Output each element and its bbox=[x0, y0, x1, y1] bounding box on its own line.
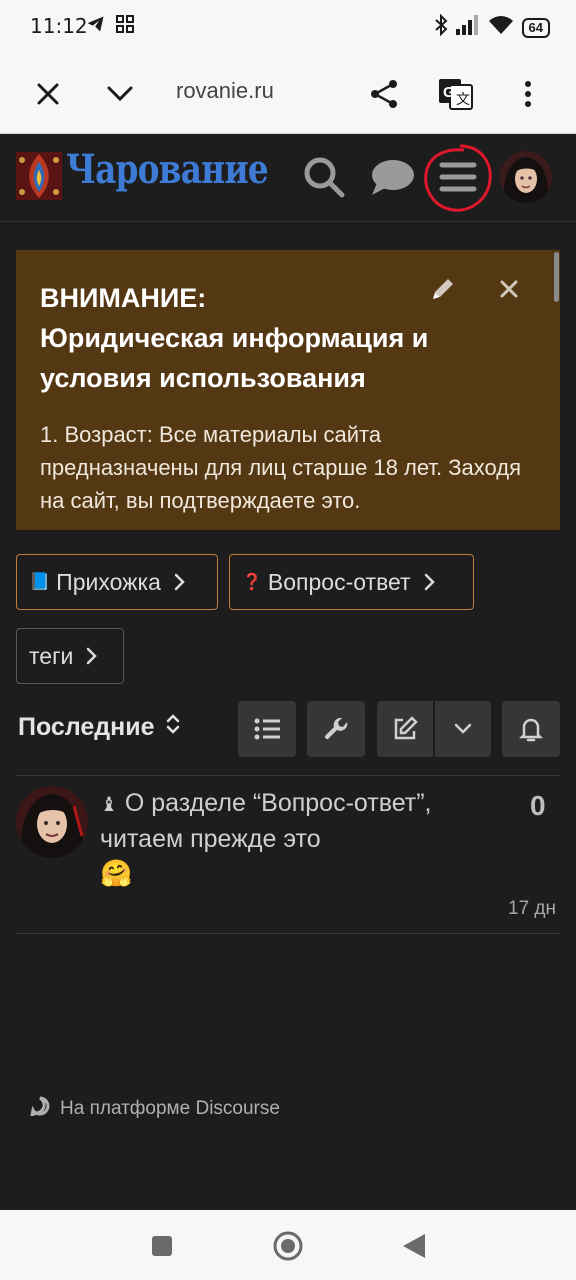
chevron-down-icon[interactable] bbox=[435, 701, 491, 757]
grid-icon bbox=[116, 15, 134, 38]
hugging-emoji-icon: 🤗 bbox=[100, 858, 133, 888]
recents-icon[interactable] bbox=[146, 1230, 178, 1262]
notice-banner: ВНИМАНИЕ: Юридическая информация и услов… bbox=[16, 250, 560, 530]
pencil-icon[interactable] bbox=[426, 272, 460, 306]
logo-emblem-icon[interactable] bbox=[16, 148, 62, 204]
banner-scrollbar[interactable] bbox=[554, 252, 559, 302]
category-label: Прихожка bbox=[56, 568, 161, 595]
author-avatar[interactable] bbox=[16, 786, 88, 858]
question-icon: ❓ bbox=[242, 574, 262, 591]
chevron-right-icon bbox=[423, 573, 435, 591]
user-avatar[interactable] bbox=[500, 151, 552, 203]
highlight-circle bbox=[424, 144, 492, 212]
close-icon[interactable] bbox=[492, 272, 526, 306]
wifi-icon bbox=[488, 15, 514, 40]
category-label: Вопрос-ответ bbox=[267, 568, 411, 595]
tags-pill[interactable]: теги bbox=[16, 628, 124, 684]
sort-label: Последние bbox=[18, 713, 155, 741]
chevron-down-icon[interactable] bbox=[98, 72, 142, 116]
chevron-right-icon bbox=[85, 647, 98, 665]
chat-icon[interactable] bbox=[366, 151, 418, 203]
svg-text:G: G bbox=[443, 84, 455, 101]
translate-icon[interactable]: G文 bbox=[434, 72, 478, 116]
back-icon[interactable] bbox=[398, 1230, 430, 1262]
book-icon: 📘 bbox=[29, 572, 51, 591]
share-icon[interactable] bbox=[362, 72, 406, 116]
divider bbox=[16, 933, 560, 934]
list-icon[interactable] bbox=[238, 701, 296, 757]
banner-text: 1. Возраст: Все материалы сайта предназн… bbox=[40, 422, 522, 513]
sort-dropdown[interactable]: Последние bbox=[18, 712, 181, 743]
divider bbox=[16, 775, 560, 776]
battery-indicator: 64 bbox=[521, 17, 550, 38]
status-time: 11:12 bbox=[30, 14, 88, 38]
search-icon[interactable] bbox=[298, 151, 350, 203]
close-icon[interactable] bbox=[26, 72, 70, 116]
topic-age[interactable]: 17 дн bbox=[508, 898, 556, 920]
svg-text:文: 文 bbox=[456, 92, 470, 108]
system-nav-bar bbox=[0, 1210, 576, 1280]
tags-label: теги bbox=[29, 642, 74, 669]
telegram-icon bbox=[86, 14, 106, 39]
pin-icon: ♝ bbox=[100, 794, 118, 816]
reply-count[interactable]: 0 bbox=[530, 790, 546, 822]
bell-icon[interactable] bbox=[502, 701, 560, 757]
topic-title-link[interactable]: ♝ О разделе “Вопрос-ответ”, читаем прежд… bbox=[100, 786, 500, 891]
category-pill-prikhozhka[interactable]: 📘 Прихожка bbox=[16, 554, 218, 610]
category-pill-vopros-otvet[interactable]: ❓ Вопрос-ответ bbox=[229, 554, 474, 610]
new-topic-icon[interactable] bbox=[377, 701, 433, 757]
powered-by-link[interactable]: На платформе Discourse bbox=[29, 1096, 280, 1122]
banner-title: ВНИМАНИЕ: Юридическая информация и услов… bbox=[40, 283, 429, 393]
bluetooth-icon bbox=[434, 13, 448, 41]
site-logo[interactable]: Чарование bbox=[66, 146, 269, 193]
status-bar: 11:12 64 bbox=[0, 0, 576, 54]
discourse-logo-icon bbox=[29, 1096, 50, 1122]
browser-toolbar: rovanie.ru G文 bbox=[0, 54, 576, 134]
signal-icon bbox=[455, 15, 480, 40]
chevron-right-icon bbox=[173, 573, 185, 591]
more-vert-icon[interactable] bbox=[506, 72, 550, 116]
topic-title: О разделе “Вопрос-ответ”, читаем прежде … bbox=[100, 789, 432, 853]
wrench-icon[interactable] bbox=[307, 701, 365, 757]
home-icon[interactable] bbox=[272, 1230, 304, 1262]
powered-by-text: На платформе Discourse bbox=[60, 1098, 280, 1119]
url-field[interactable]: rovanie.ru bbox=[176, 78, 274, 104]
sort-arrows-icon bbox=[165, 712, 181, 743]
